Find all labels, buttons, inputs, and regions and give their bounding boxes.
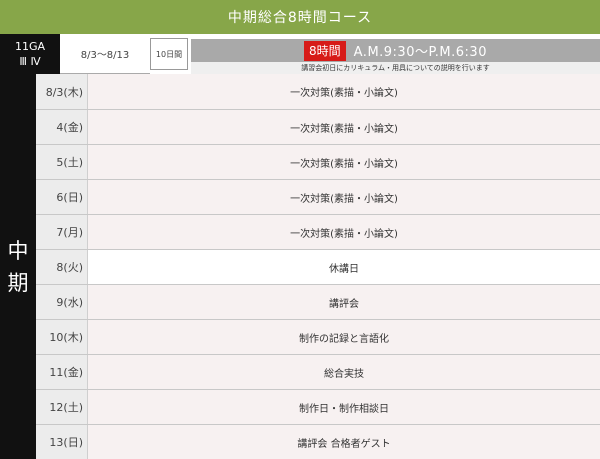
hours-badge: 8時間 (304, 40, 346, 61)
schedule-row: 8(火) 休講日 (36, 249, 600, 284)
schedule-date: 5(土) (36, 145, 87, 179)
schedule-row: 9(水) 講評会 (36, 284, 600, 319)
schedule-row: 11(金) 総合実技 (36, 354, 600, 389)
schedule-date: 8(火) (36, 250, 87, 284)
schedule-row: 4(金) 一次対策(素描・小論文) (36, 109, 600, 144)
days-count: 10日間 (150, 38, 188, 70)
date-range: 8/3〜8/13 (60, 34, 150, 74)
schedule-row: 5(土) 一次対策(素描・小論文) (36, 144, 600, 179)
schedule-row: 12(土) 制作日・制作相談日 (36, 389, 600, 424)
class-code: 11GA (14, 40, 46, 53)
schedule-content: 一次対策(素描・小論文) (87, 180, 600, 214)
course-title: 中期総合8時間コース (0, 0, 600, 34)
course-info-row: 11GA Ⅲ Ⅳ 8/3〜8/13 10日間 8時間 A.M.9:30〜P.M.… (0, 34, 600, 74)
schedule-content: 一次対策(素描・小論文) (87, 145, 600, 179)
hours-note: 講習会初日にカリキュラム・用具についての説明を行います (191, 62, 600, 74)
term-label-char-1: 中 (7, 238, 29, 263)
schedule-date: 8/3(木) (36, 74, 87, 109)
class-code-block: 11GA Ⅲ Ⅳ (0, 34, 60, 74)
schedule-date: 13(日) (36, 425, 87, 459)
schedule-date: 11(金) (36, 355, 87, 389)
term-label: 中 期 (0, 74, 36, 459)
schedule-date: 7(月) (36, 215, 87, 249)
schedule-date: 12(土) (36, 390, 87, 424)
schedule-date: 10(木) (36, 320, 87, 354)
schedule-row: 7(月) 一次対策(素描・小論文) (36, 214, 600, 249)
schedule-table: 8/3(木) 一次対策(素描・小論文) 4(金) 一次対策(素描・小論文) 5(土) 一次… (36, 74, 600, 459)
term-label-char-2: 期 (7, 270, 29, 295)
hours-time: A.M.9:30〜P.M.6:30 (353, 45, 487, 60)
schedule-row: 13(日) 講評会 合格者ゲスト (36, 424, 600, 459)
schedule-row: 10(木) 制作の記録と言語化 (36, 319, 600, 354)
hours-header: 8時間 A.M.9:30〜P.M.6:30 (191, 39, 600, 62)
schedule-content: 一次対策(素描・小論文) (87, 110, 600, 144)
schedule-content: 制作日・制作相談日 (87, 390, 600, 424)
schedule-date: 9(水) (36, 285, 87, 319)
schedule-content: 講評会 (87, 285, 600, 319)
schedule-row: 6(日) 一次対策(素描・小論文) (36, 179, 600, 214)
schedule-row: 8/3(木) 一次対策(素描・小論文) (36, 74, 600, 109)
schedule-content: 制作の記録と言語化 (87, 320, 600, 354)
schedule-content: 講評会 合格者ゲスト (87, 425, 600, 459)
schedule-content: 休講日 (87, 250, 600, 284)
schedule-content: 一次対策(素描・小論文) (87, 74, 600, 109)
schedule-content: 一次対策(素描・小論文) (87, 215, 600, 249)
schedule-date: 6(日) (36, 180, 87, 214)
schedule-date: 4(金) (36, 110, 87, 144)
schedule-content: 総合実技 (87, 355, 600, 389)
class-sections: Ⅲ Ⅳ (19, 55, 41, 68)
hours-box: 8時間 A.M.9:30〜P.M.6:30 講習会初日にカリキュラム・用具につい… (191, 39, 600, 74)
